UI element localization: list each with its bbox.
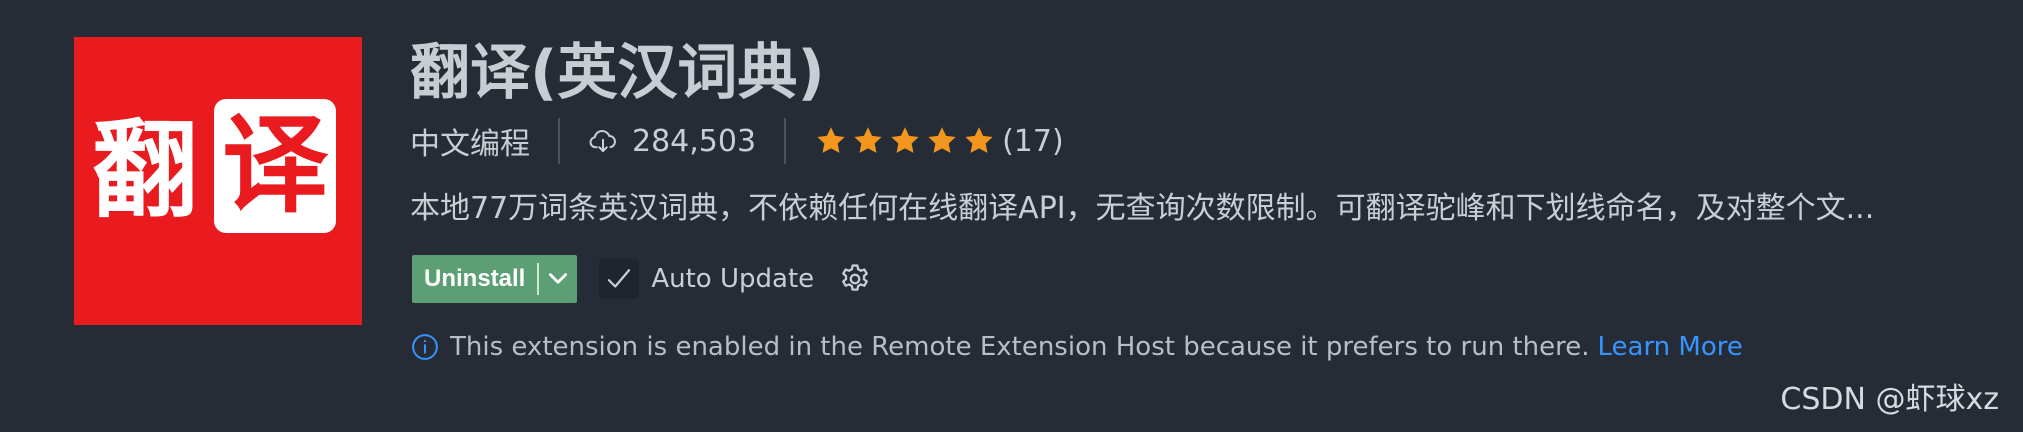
extension-meta-row: 中文编程 284,503 (17) — [410, 118, 1064, 164]
meta-divider — [784, 118, 787, 164]
gear-icon[interactable] — [838, 262, 872, 296]
uninstall-button[interactable]: Uninstall — [412, 265, 537, 293]
extension-title[interactable]: 翻译(英汉词典) — [410, 38, 825, 108]
star-icon — [928, 127, 956, 153]
install-count: 284,503 — [632, 123, 757, 159]
meta-divider — [558, 118, 560, 164]
rating-stars[interactable] — [814, 124, 996, 158]
csdn-watermark: CSDN @虾球xz — [1780, 382, 1999, 417]
uninstall-button-group[interactable]: Uninstall — [412, 255, 578, 303]
rating-count[interactable]: (17) — [1002, 124, 1064, 159]
extension-actions: Uninstall Auto Update — [412, 255, 872, 303]
cloud-download-icon — [588, 126, 618, 156]
star-icon — [854, 127, 882, 153]
uninstall-separator — [537, 263, 540, 295]
extension-logo: 翻 译 — [74, 37, 362, 325]
auto-update-label: Auto Update — [651, 264, 815, 294]
chevron-down-icon[interactable] — [539, 266, 577, 292]
star-icon — [965, 127, 993, 153]
star-icon — [817, 127, 845, 153]
logo-glyph-2: 译 — [222, 104, 329, 227]
check-icon[interactable] — [599, 259, 640, 299]
remote-host-info: This extension is enabled in the Remote … — [410, 328, 1743, 366]
logo-glyph-1: 翻 — [92, 109, 198, 232]
publisher-name[interactable]: 中文编程 — [410, 119, 530, 163]
star-icon — [891, 127, 919, 153]
learn-more-link[interactable]: Learn More — [1597, 332, 1742, 362]
auto-update-toggle[interactable]: Auto Update — [599, 259, 814, 299]
extension-description: 本地77万词条英汉词典，不依赖任何在线翻译API，无查询次数限制。可翻译驼峰和下… — [410, 191, 1875, 226]
info-message: This extension is enabled in the Remote … — [450, 332, 1590, 362]
info-icon — [410, 332, 440, 362]
logo-graphic: 翻 译 — [74, 37, 362, 325]
